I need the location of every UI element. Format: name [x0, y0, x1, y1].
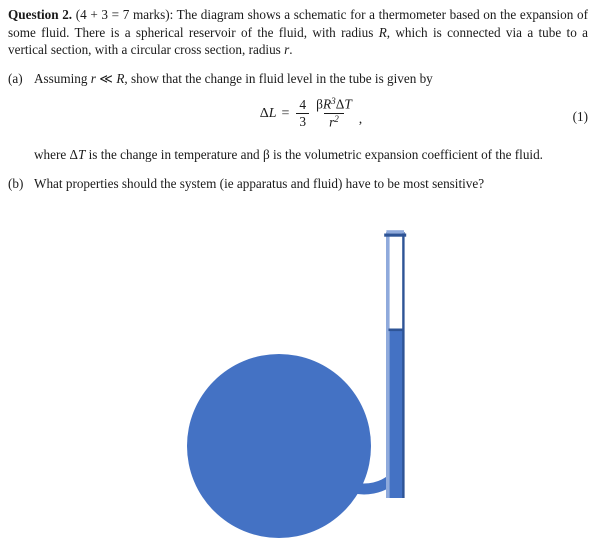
part-b-marker: (b) [8, 175, 24, 191]
part-a: (a) Assuming r ≪ R, show that the change… [8, 70, 588, 164]
question-intro-paragraph: Question 2. (4 + 3 = 7 marks): The diagr… [8, 6, 588, 59]
vertical-tube-left-wall [386, 232, 390, 498]
equation-trailing-punctuation: , [358, 112, 363, 128]
part-b-text: What properties should the system (ie ap… [34, 175, 485, 191]
part-a-continuation: where ΔT is the change in temperature an… [34, 147, 543, 163]
question-label: Question 2. [8, 7, 73, 22]
coefficient-denominator: 3 [296, 113, 310, 129]
part-a-marker: (a) [8, 70, 23, 86]
question-text-block: Question 2. (4 + 3 = 7 marks): The diagr… [8, 6, 588, 193]
fluid-level-meniscus [388, 328, 403, 332]
vertical-tube-right-wall [402, 232, 405, 498]
tube-cap-bar [384, 233, 407, 237]
equation-row: ΔL = 4 3 βR3ΔT r2 , (1) [34, 97, 588, 139]
equation-coefficient-fraction: 4 3 [296, 97, 310, 129]
thermometer-diagram [0, 218, 596, 548]
part-b: (b) What properties should the system (i… [8, 175, 588, 193]
coefficient-numerator: 4 [299, 97, 307, 113]
fluid-column-in-tube [388, 330, 403, 498]
question-marks: (4 + 3 = 7 marks): [75, 7, 174, 22]
part-a-lead: Assuming r ≪ R, show that the change in … [34, 70, 433, 86]
question-page: Question 2. (4 + 3 = 7 marks): The diagr… [0, 0, 596, 548]
main-denominator: r2 [324, 113, 344, 130]
equation-number: (1) [572, 109, 588, 125]
tube-cap-rim [386, 230, 404, 234]
equation-relation: = [281, 105, 290, 121]
equation-lhs: ΔL [259, 105, 277, 121]
spherical-fluid-reservoir [187, 354, 371, 538]
main-numerator: βR3ΔT [316, 96, 352, 113]
equation-main-fraction: βR3ΔT r2 [311, 97, 357, 130]
equation-1: ΔL = 4 3 βR3ΔT r2 , [34, 97, 588, 130]
